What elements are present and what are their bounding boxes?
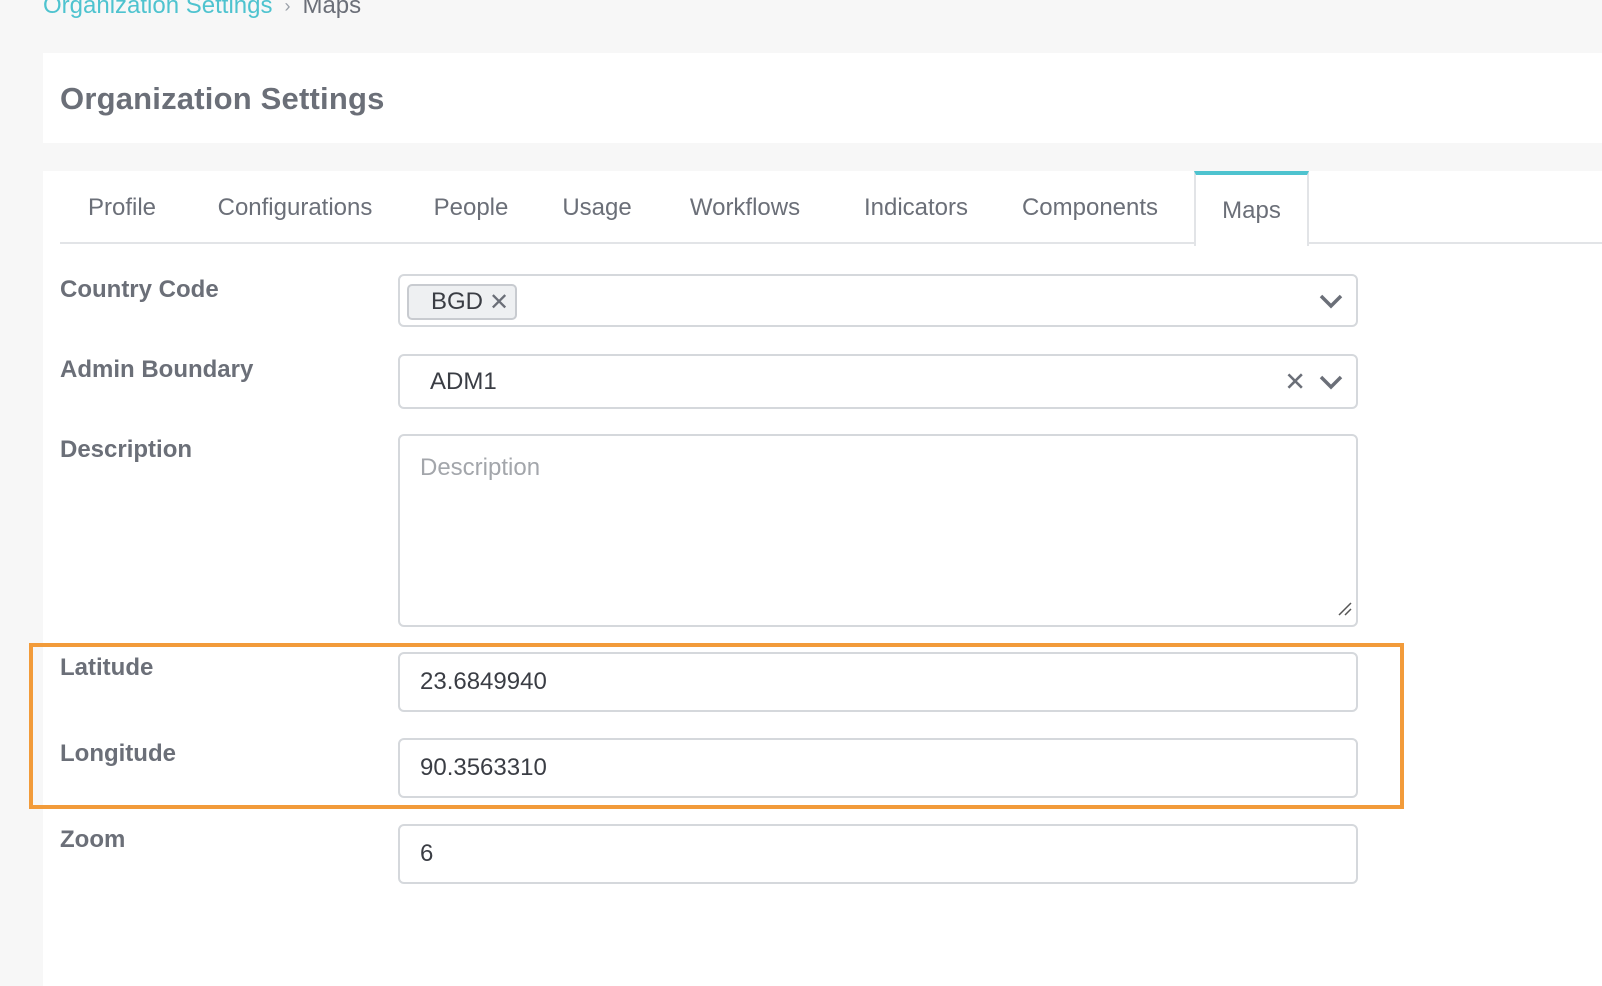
title-card: Organization Settings bbox=[43, 53, 1602, 143]
tab-usage[interactable]: Usage bbox=[547, 171, 647, 244]
admin-boundary-value: ADM1 bbox=[430, 367, 497, 395]
breadcrumb: Organization Settings › Maps bbox=[43, 0, 361, 20]
description-label: Description bbox=[60, 436, 193, 463]
page-title: Organization Settings bbox=[60, 81, 385, 116]
country-code-label: Country Code bbox=[60, 276, 219, 303]
latitude-field[interactable] bbox=[398, 652, 1358, 712]
tab-people[interactable]: People bbox=[416, 171, 526, 244]
description-field[interactable] bbox=[398, 434, 1358, 627]
tab-workflows[interactable]: Workflows bbox=[670, 171, 820, 244]
longitude-label: Longitude bbox=[60, 740, 176, 767]
tab-indicators[interactable]: Indicators bbox=[846, 171, 986, 244]
admin-boundary-select[interactable]: ADM1 ✕ bbox=[398, 354, 1358, 409]
chevron-down-icon[interactable] bbox=[1318, 288, 1344, 314]
chevron-down-icon[interactable] bbox=[1318, 369, 1344, 395]
zoom-label: Zoom bbox=[60, 826, 126, 853]
breadcrumb-link-organization-settings[interactable]: Organization Settings bbox=[43, 0, 272, 20]
zoom-input[interactable] bbox=[400, 826, 1356, 882]
country-code-select[interactable]: BGD ✕ bbox=[398, 274, 1358, 327]
country-code-tag: BGD ✕ bbox=[407, 284, 518, 320]
breadcrumb-separator: › bbox=[284, 0, 291, 16]
tab-maps[interactable]: Maps bbox=[1194, 171, 1309, 246]
country-code-tag-label: BGD bbox=[431, 288, 484, 315]
longitude-input[interactable] bbox=[400, 740, 1356, 796]
tab-components[interactable]: Components bbox=[1010, 171, 1170, 244]
tab-profile[interactable]: Profile bbox=[72, 171, 172, 244]
longitude-field[interactable] bbox=[398, 738, 1358, 798]
admin-boundary-label: Admin Boundary bbox=[60, 356, 254, 383]
clear-icon[interactable]: ✕ bbox=[1284, 366, 1306, 397]
zoom-field[interactable] bbox=[398, 824, 1358, 884]
tab-configurations[interactable]: Configurations bbox=[200, 171, 390, 244]
resize-handle-icon[interactable] bbox=[1336, 600, 1352, 621]
remove-tag-icon[interactable]: ✕ bbox=[489, 288, 509, 317]
latitude-input[interactable] bbox=[400, 654, 1356, 710]
breadcrumb-current: Maps bbox=[302, 0, 362, 19]
latitude-label: Latitude bbox=[60, 654, 154, 681]
tab-bar: Profile Configurations People Usage Work… bbox=[60, 171, 1602, 246]
description-textarea[interactable] bbox=[400, 436, 1356, 625]
